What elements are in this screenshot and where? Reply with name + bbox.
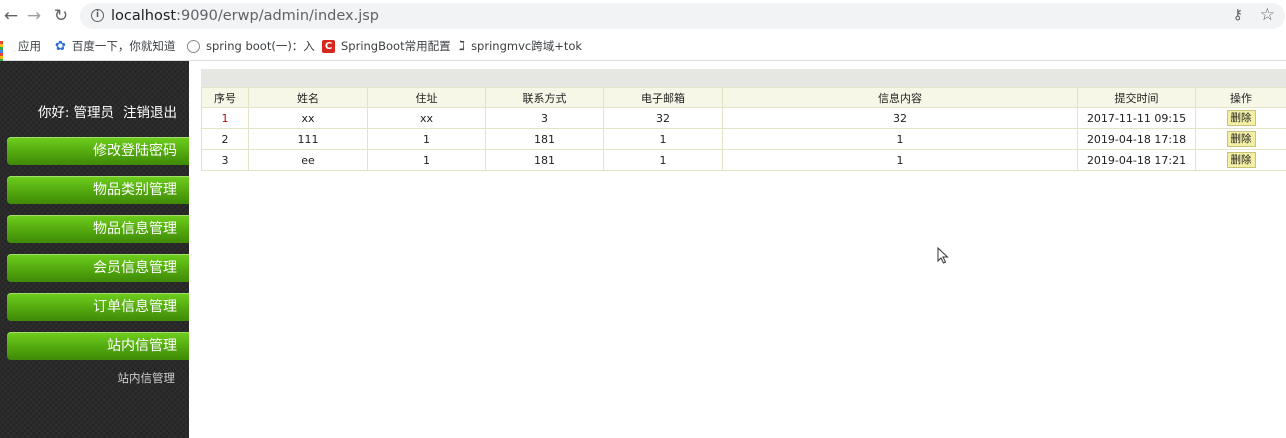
table-row: 3 ee 1 181 1 1 2019-04-18 17:21 删除 bbox=[201, 149, 1286, 171]
message-table: 序号 姓名 住址 联系方式 电子邮箱 信息内容 提交时间 操作 1 xx xx … bbox=[201, 87, 1286, 171]
col-index: 序号 bbox=[201, 87, 249, 108]
cell-action: 删除 bbox=[1195, 128, 1286, 150]
logout-link[interactable]: 注销退出 bbox=[123, 105, 177, 121]
globe-icon bbox=[187, 40, 200, 53]
c-logo-icon: C bbox=[322, 40, 335, 53]
menu-category-manage[interactable]: 物品类别管理 bbox=[7, 176, 189, 204]
url-path: :9090/erwp/admin/index.jsp bbox=[176, 8, 379, 24]
admin-sidebar: 你好: 管理员 注销退出 修改登陆密码 物品类别管理 物品信息管理 会员信息管理 订… bbox=[0, 61, 189, 438]
cell-email: 32 bbox=[603, 107, 723, 129]
menu-order-manage[interactable]: 订单信息管理 bbox=[7, 293, 189, 321]
cell-email: 1 bbox=[603, 149, 723, 171]
cell-address: xx bbox=[367, 107, 486, 129]
mouse-cursor-icon bbox=[937, 247, 949, 264]
cell-contact: 181 bbox=[485, 149, 604, 171]
back-arrow-icon[interactable]: ← bbox=[0, 6, 22, 26]
key-icon[interactable]: ⚷ bbox=[1233, 7, 1243, 23]
submenu-message-manage[interactable]: 站内信管理 bbox=[118, 370, 176, 386]
url-text[interactable]: localhost:9090/erwp/admin/index.jsp bbox=[111, 7, 379, 25]
cell-index: 1 bbox=[201, 107, 249, 129]
cell-address: 1 bbox=[367, 128, 486, 150]
cell-action: 删除 bbox=[1195, 149, 1286, 171]
cell-index: 2 bbox=[201, 128, 249, 150]
forward-arrow-icon[interactable]: → bbox=[23, 6, 45, 26]
cell-content: 1 bbox=[722, 128, 1078, 150]
cell-name: ee bbox=[248, 149, 368, 171]
cell-email: 1 bbox=[603, 128, 723, 150]
cell-contact: 181 bbox=[485, 128, 604, 150]
info-icon[interactable]: i bbox=[91, 9, 104, 22]
browser-toolbar: ← → ↻ i localhost:9090/erwp/admin/index.… bbox=[0, 0, 1286, 32]
cell-index: 3 bbox=[201, 149, 249, 171]
cell-content: 1 bbox=[722, 149, 1078, 171]
apps-icon bbox=[0, 40, 12, 68]
cell-time: 2017-11-11 09:15 bbox=[1077, 107, 1196, 129]
cell-name: 111 bbox=[248, 128, 368, 150]
menu-member-manage[interactable]: 会员信息管理 bbox=[7, 254, 189, 282]
content-header-bar bbox=[201, 69, 1286, 87]
bookmark-spring-boot[interactable]: spring boot(一)：入 bbox=[187, 37, 315, 55]
bookmark-springmvc[interactable]: ℷ springmvc跨域+tok bbox=[459, 37, 582, 55]
menu-change-password[interactable]: 修改登陆密码 bbox=[7, 137, 189, 165]
cell-name: xx bbox=[248, 107, 368, 129]
bookmark-label: SpringBoot常用配置 bbox=[341, 39, 451, 53]
delete-button[interactable]: 删除 bbox=[1226, 131, 1256, 147]
reload-icon[interactable]: ↻ bbox=[50, 6, 72, 26]
col-address: 住址 bbox=[367, 87, 486, 108]
cell-time: 2019-04-18 17:21 bbox=[1077, 149, 1196, 171]
spring-icon: ℷ bbox=[459, 38, 466, 54]
address-bar[interactable]: i localhost:9090/erwp/admin/index.jsp ⚷ … bbox=[80, 3, 1285, 29]
bookmark-label: spring boot(一)：入 bbox=[206, 39, 315, 53]
col-time: 提交时间 bbox=[1077, 87, 1196, 108]
table-row: 1 xx xx 3 32 32 2017-11-11 09:15 删除 bbox=[201, 107, 1286, 129]
menu-item-manage[interactable]: 物品信息管理 bbox=[7, 215, 189, 243]
col-action: 操作 bbox=[1195, 87, 1286, 108]
delete-button[interactable]: 删除 bbox=[1226, 152, 1256, 168]
col-content: 信息内容 bbox=[722, 87, 1078, 108]
bookmark-springboot-config[interactable]: C SpringBoot常用配置 bbox=[322, 37, 451, 55]
paw-icon: ✿ bbox=[55, 38, 66, 54]
cell-contact: 3 bbox=[485, 107, 604, 129]
table-row: 2 111 1 181 1 1 2019-04-18 17:18 删除 bbox=[201, 128, 1286, 150]
bookmark-label: 应用 bbox=[18, 39, 41, 53]
bookmark-label: 百度一下，你就知道 bbox=[71, 39, 176, 53]
cell-address: 1 bbox=[367, 149, 486, 171]
cell-content: 32 bbox=[722, 107, 1078, 129]
table-header-row: 序号 姓名 住址 联系方式 电子邮箱 信息内容 提交时间 操作 bbox=[201, 87, 1286, 108]
user-name: 管理员 bbox=[73, 105, 115, 121]
delete-button[interactable]: 删除 bbox=[1226, 110, 1256, 126]
col-name: 姓名 bbox=[248, 87, 368, 108]
url-host: localhost bbox=[111, 8, 177, 24]
col-email: 电子邮箱 bbox=[603, 87, 723, 108]
bookmarks-bar: 应用 ✿ 百度一下，你就知道 spring boot(一)：入 C SpringBo… bbox=[0, 32, 1286, 68]
cell-time: 2019-04-18 17:18 bbox=[1077, 128, 1196, 150]
cell-action: 删除 bbox=[1195, 107, 1286, 129]
menu-message-manage[interactable]: 站内信管理 bbox=[7, 332, 189, 360]
greeting-text: 你好: bbox=[37, 105, 70, 121]
bookmark-baidu[interactable]: ✿ 百度一下，你就知道 bbox=[55, 37, 175, 55]
bookmark-apps[interactable]: 应用 bbox=[0, 37, 41, 68]
bookmark-label: springmvc跨域+tok bbox=[471, 39, 583, 53]
greeting: 你好: 管理员 注销退出 bbox=[38, 101, 177, 121]
star-icon[interactable]: ☆ bbox=[1260, 5, 1275, 25]
col-contact: 联系方式 bbox=[485, 87, 604, 108]
